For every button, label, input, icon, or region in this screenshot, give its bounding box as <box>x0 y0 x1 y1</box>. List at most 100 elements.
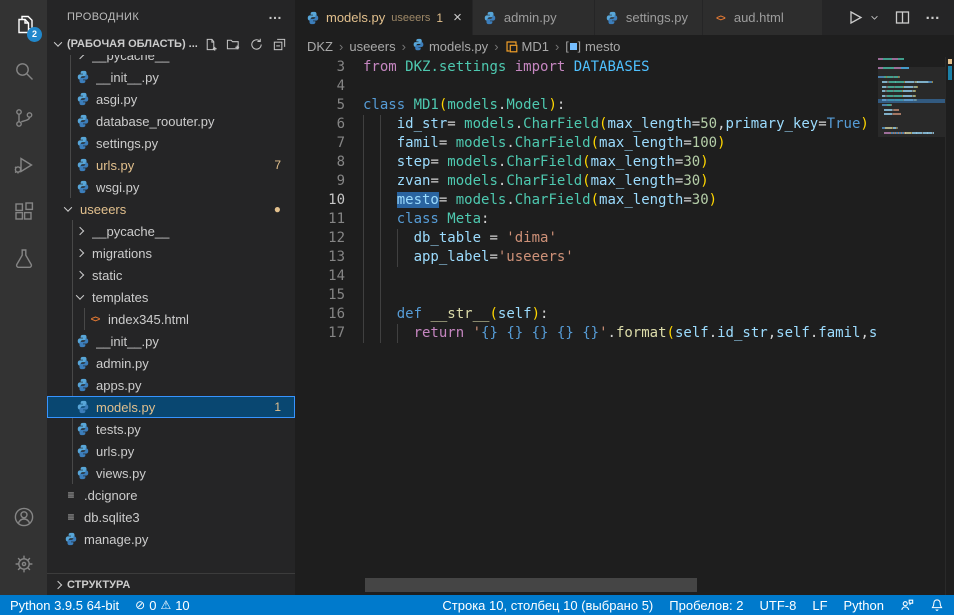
status-indentation[interactable]: Пробелов: 2 <box>669 598 743 613</box>
breadcrumb-separator: › <box>400 39 408 54</box>
sidebar-explorer: ПРОВОДНИК … (РАБОЧАЯ ОБЛАСТЬ) ... __pyca… <box>47 0 295 595</box>
feedback-icon[interactable] <box>900 598 914 612</box>
status-eol[interactable]: LF <box>812 598 827 613</box>
tree-item-settings-py[interactable]: settings.py <box>47 132 295 154</box>
file-tree: __pycache____init__.pyasgi.pydatabase_ro… <box>47 44 295 550</box>
code-line-10: 10 mesto= models.CharField(max_length=30… <box>295 191 878 210</box>
code-line-14: 14 <box>295 267 878 286</box>
testing-icon[interactable] <box>0 235 47 282</box>
tree-item-templates[interactable]: templates <box>47 286 295 308</box>
file-name: urls.py <box>96 444 295 459</box>
tree-item-admin-py[interactable]: admin.py <box>47 352 295 374</box>
file-name: database_roouter.py <box>96 114 295 129</box>
tree-item-useeers[interactable]: useeers● <box>47 198 295 220</box>
run-debug-icon[interactable] <box>0 141 47 188</box>
file-name: admin.py <box>96 356 295 371</box>
tree-item--init-py[interactable]: __init__.py <box>47 66 295 88</box>
tab-models-py[interactable]: models.py useeers 1 × <box>295 0 473 35</box>
code-line-3: 3from DKZ.settings import DATABASES <box>295 58 878 77</box>
tree-item-tests-py[interactable]: tests.py <box>47 418 295 440</box>
breadcrumb-symbol[interactable]: [] mesto <box>565 39 620 54</box>
tree-item-wsgi-py[interactable]: wsgi.py <box>47 176 295 198</box>
code-line-12: 12 db_table = 'dima' <box>295 229 878 248</box>
tab-label: settings.py <box>626 10 688 25</box>
tree-item-index345-html[interactable]: <>index345.html <box>47 308 295 330</box>
close-icon[interactable]: × <box>453 10 462 25</box>
python-file-icon <box>75 377 91 393</box>
file-name: settings.py <box>96 136 295 151</box>
file-name: useeers <box>80 202 274 217</box>
vscode-window: 2 ПРОВОДНИК … <box>0 0 954 615</box>
status-cursor-position[interactable]: Строка 10, столбец 10 (выбрано 5) <box>442 598 653 613</box>
symbol-field-icon: [] <box>565 39 581 53</box>
chevron-down-icon <box>64 203 72 211</box>
python-file-icon <box>75 179 91 195</box>
chevron-right-icon <box>54 580 62 588</box>
tree-item-static[interactable]: static <box>47 264 295 286</box>
python-icon <box>605 10 620 25</box>
run-dropdown-chevron[interactable] <box>869 9 880 26</box>
run-python-file-button[interactable] <box>846 9 863 26</box>
tree-item--init-py[interactable]: __init__.py <box>47 330 295 352</box>
code-lines: 3from DKZ.settings import DATABASES45cla… <box>295 58 878 343</box>
more-actions-icon[interactable]: … <box>268 6 283 22</box>
minimap[interactable] <box>878 58 945 595</box>
new-file-icon[interactable] <box>203 37 218 52</box>
line-number: 16 <box>295 305 345 324</box>
editor-group: models.py useeers 1 × admin.py settings.… <box>295 0 954 595</box>
workspace-section-label: (РАБОЧАЯ ОБЛАСТЬ) ... <box>67 38 203 50</box>
overview-ruler[interactable] <box>945 57 954 595</box>
tree-item-manage-py[interactable]: manage.py <box>47 528 295 550</box>
more-actions-icon[interactable]: … <box>925 6 940 23</box>
tree-item-urls-py[interactable]: urls.py7 <box>47 154 295 176</box>
tree-item-apps-py[interactable]: apps.py <box>47 374 295 396</box>
settings-gear-icon[interactable] <box>0 540 47 587</box>
tree-item-db-sqlite3[interactable]: ≡db.sqlite3 <box>47 506 295 528</box>
tab-aud-html[interactable]: <> aud.html <box>703 0 823 35</box>
line-number: 11 <box>295 210 345 229</box>
account-icon[interactable] <box>0 493 47 540</box>
tree-item-views-py[interactable]: views.py <box>47 462 295 484</box>
new-folder-icon[interactable] <box>226 37 241 52</box>
breadcrumb-file[interactable]: models.py <box>412 38 488 54</box>
python-file-icon <box>75 465 91 481</box>
status-language[interactable]: Python <box>844 598 884 613</box>
status-problems[interactable]: ⊘0 ⚠10 <box>135 598 190 613</box>
collapse-all-icon[interactable] <box>272 37 287 52</box>
tree-item--dcignore[interactable]: ≡.dcignore <box>47 484 295 506</box>
breadcrumb-folder[interactable]: DKZ <box>307 39 333 54</box>
tree-item-database-roouter-py[interactable]: database_roouter.py <box>47 110 295 132</box>
split-editor-button[interactable] <box>894 9 911 26</box>
outline-section-header[interactable]: СТРУКТУРА <box>47 573 295 595</box>
horizontal-scrollbar[interactable] <box>365 578 697 592</box>
search-icon[interactable] <box>0 47 47 94</box>
line-number: 8 <box>295 153 345 172</box>
tree-item--pycache-[interactable]: __pycache__ <box>47 220 295 242</box>
code-line-6: 6 id_str= models.CharField(max_length=50… <box>295 115 878 134</box>
chevron-down-icon <box>54 38 62 46</box>
workspace-section-header[interactable]: (РАБОЧАЯ ОБЛАСТЬ) ... <box>47 33 295 55</box>
tree-item-migrations[interactable]: migrations <box>47 242 295 264</box>
html-file-icon: <> <box>87 311 103 327</box>
extensions-icon[interactable] <box>0 188 47 235</box>
source-control-icon[interactable] <box>0 94 47 141</box>
explorer-icon[interactable]: 2 <box>0 0 47 47</box>
breadcrumb-folder[interactable]: useeers <box>349 39 395 54</box>
tree-item-models-py[interactable]: models.py1 <box>47 396 295 418</box>
file-name: wsgi.py <box>96 180 295 195</box>
code-line-9: 9 zvan= models.CharField(max_length=30) <box>295 172 878 191</box>
code-editor[interactable]: 3from DKZ.settings import DATABASES45cla… <box>295 57 954 595</box>
tab-label: aud.html <box>734 10 784 25</box>
status-encoding[interactable]: UTF-8 <box>760 598 797 613</box>
ruler-git-mark <box>948 66 952 80</box>
python-file-icon <box>75 157 91 173</box>
breadcrumb-class[interactable]: MD1 <box>505 39 549 54</box>
tree-item-asgi-py[interactable]: asgi.py <box>47 88 295 110</box>
bell-icon[interactable] <box>930 598 944 612</box>
tab-admin-py[interactable]: admin.py <box>473 0 595 35</box>
status-python-version[interactable]: Python 3.9.5 64-bit <box>10 598 119 613</box>
refresh-icon[interactable] <box>249 37 264 52</box>
tree-item-urls-py[interactable]: urls.py <box>47 440 295 462</box>
git-badge: 7 <box>274 158 281 172</box>
tab-settings-py[interactable]: settings.py <box>595 0 703 35</box>
